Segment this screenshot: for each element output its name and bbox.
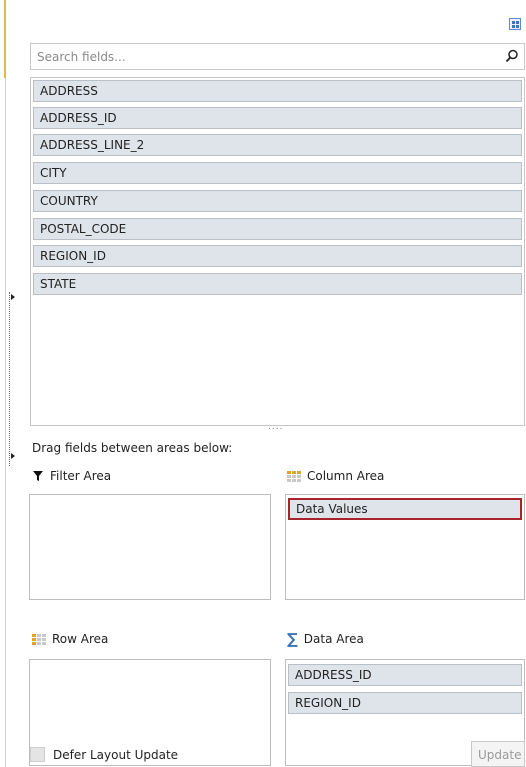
field-item[interactable]: COUNTRY [33, 190, 522, 212]
area-field-address-id[interactable]: ADDRESS_ID [288, 664, 522, 686]
panel-splitter[interactable] [9, 292, 16, 466]
field-item[interactable]: STATE [33, 273, 522, 295]
defer-checkbox[interactable] [30, 747, 45, 762]
column-area-box[interactable]: Data Values [285, 494, 525, 600]
column-area-label: Column Area [287, 469, 384, 483]
search-icon[interactable] [505, 49, 519, 63]
area-field-region-id[interactable]: REGION_ID [288, 692, 522, 714]
drag-hint: Drag fields between areas below: [32, 441, 233, 455]
field-item[interactable]: CITY [33, 162, 522, 184]
data-area-label: ∑ Data Area [287, 630, 364, 648]
field-item[interactable]: ADDRESS [33, 80, 522, 102]
defer-layout-update[interactable]: Defer Layout Update [30, 747, 178, 762]
filter-area-box[interactable] [29, 494, 271, 600]
row-area-label: Row Area [32, 632, 108, 646]
area-field-data-values[interactable]: Data Values [288, 498, 522, 520]
resize-grip[interactable]: .... [268, 423, 283, 432]
data-area-title: Data Area [303, 632, 364, 646]
column-grid-icon [287, 470, 301, 482]
expand-arrow-icon[interactable] [11, 294, 15, 300]
column-area-title: Column Area [307, 469, 385, 483]
edge-accent [4, 0, 6, 78]
field-item[interactable]: ADDRESS_LINE_2 [33, 134, 522, 156]
filter-icon [33, 471, 43, 481]
filter-area-title: Filter Area [50, 469, 112, 483]
sigma-icon: ∑ [287, 630, 298, 648]
row-area-title: Row Area [52, 632, 109, 646]
filter-area-label: Filter Area [32, 469, 111, 483]
field-list: ADDRESS ADDRESS_ID ADDRESS_LINE_2 CITY C… [30, 77, 525, 426]
search-input[interactable] [31, 44, 503, 69]
update-button[interactable]: Update [471, 741, 525, 767]
row-grid-icon [32, 633, 46, 645]
search-box[interactable] [30, 43, 525, 70]
expand-arrow-icon[interactable] [11, 453, 15, 459]
layout-toggle-icon[interactable] [509, 18, 521, 30]
edge-line [5, 0, 6, 767]
defer-label: Defer Layout Update [53, 747, 179, 762]
field-item[interactable]: POSTAL_CODE [33, 218, 522, 240]
field-item[interactable]: ADDRESS_ID [33, 107, 522, 129]
field-item[interactable]: REGION_ID [33, 245, 522, 267]
